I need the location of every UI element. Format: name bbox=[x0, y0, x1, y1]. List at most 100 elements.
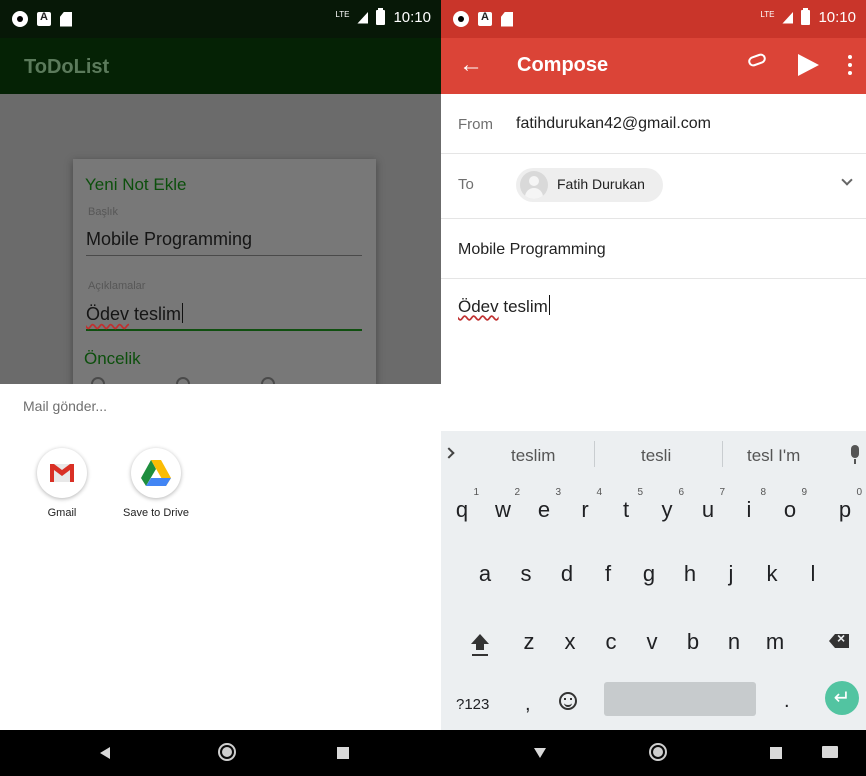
new-note-dialog: Yeni Not Ekle Başlık Mobile Programming … bbox=[73, 159, 376, 399]
recipient-name: Fatih Durukan bbox=[557, 176, 645, 192]
chevron-down-icon[interactable] bbox=[841, 174, 853, 186]
text-cursor bbox=[548, 295, 550, 315]
contact-avatar-icon bbox=[520, 171, 548, 199]
compose-title: Compose bbox=[517, 54, 609, 76]
key-v[interactable]: v bbox=[637, 629, 667, 655]
comma-key[interactable]: , bbox=[525, 693, 531, 716]
key-g[interactable]: g bbox=[634, 561, 664, 587]
key-e[interactable]: e3 bbox=[529, 487, 561, 523]
key-p[interactable]: p0 bbox=[830, 487, 862, 523]
keyboard-switch-icon[interactable] bbox=[822, 746, 838, 758]
key-t[interactable]: t5 bbox=[611, 487, 643, 523]
key-w[interactable]: w2 bbox=[488, 487, 520, 523]
period-key[interactable]: . bbox=[784, 690, 790, 713]
nav-bar bbox=[0, 730, 441, 776]
suggestion-1[interactable]: teslim bbox=[511, 446, 555, 466]
key-o[interactable]: o9 bbox=[775, 487, 807, 523]
share-gmail-label: Gmail bbox=[47, 507, 77, 519]
gmail-icon bbox=[37, 448, 87, 498]
settings-notification-icon bbox=[453, 11, 469, 27]
from-label: From bbox=[458, 116, 493, 133]
enter-key-icon[interactable]: ↵ bbox=[825, 681, 859, 715]
battery-icon bbox=[801, 8, 811, 25]
gmail-compose-screen: LTE 10:10 ← Compose From fatihdurukan42@… bbox=[441, 0, 866, 776]
key-c[interactable]: c bbox=[596, 629, 626, 655]
key-u[interactable]: u7 bbox=[693, 487, 725, 523]
expand-toolbar-icon[interactable] bbox=[443, 447, 455, 459]
key-a[interactable]: a bbox=[470, 561, 500, 587]
nav-bar bbox=[441, 730, 866, 776]
key-k[interactable]: k bbox=[757, 561, 787, 587]
battery-icon bbox=[376, 8, 386, 25]
home-icon[interactable] bbox=[218, 743, 236, 761]
dialog-title: Yeni Not Ekle bbox=[85, 175, 187, 194]
priority-label: Öncelik bbox=[84, 349, 141, 368]
sd-card-icon bbox=[501, 11, 513, 27]
home-icon[interactable] bbox=[649, 743, 667, 761]
key-r[interactable]: r4 bbox=[570, 487, 602, 523]
share-sheet: Mail gönder... Gmail Save to Drive bbox=[0, 384, 441, 730]
mic-icon[interactable] bbox=[851, 445, 859, 464]
key-h[interactable]: h bbox=[675, 561, 705, 587]
back-arrow-icon[interactable]: ← bbox=[459, 51, 483, 79]
attach-icon[interactable] bbox=[746, 52, 768, 68]
key-q[interactable]: q1 bbox=[447, 487, 479, 523]
key-row-1: q1 w2 e3 r4 t5 y6 u7 i8 o9 p0 bbox=[441, 479, 866, 537]
recipient-chip[interactable]: Fatih Durukan bbox=[516, 168, 663, 202]
from-row[interactable]: From fatihdurukan42@gmail.com bbox=[441, 94, 866, 154]
shift-icon[interactable] bbox=[471, 634, 489, 650]
emoji-icon[interactable] bbox=[559, 692, 577, 710]
recents-icon[interactable] bbox=[770, 747, 782, 759]
key-i[interactable]: i8 bbox=[734, 487, 766, 523]
symbols-key[interactable]: ?123 bbox=[456, 696, 489, 713]
hide-keyboard-icon[interactable] bbox=[534, 748, 546, 758]
suggestion-2[interactable]: tesli bbox=[641, 446, 671, 466]
status-bar: LTE 10:10 bbox=[441, 0, 866, 38]
key-row-3: z x c v b n m bbox=[441, 609, 866, 667]
key-m[interactable]: m bbox=[760, 629, 790, 655]
key-n[interactable]: n bbox=[719, 629, 749, 655]
key-x[interactable]: x bbox=[555, 629, 585, 655]
send-icon[interactable] bbox=[798, 54, 819, 76]
key-l[interactable]: l bbox=[798, 561, 828, 587]
key-row-4: ?123 , . ↵ bbox=[441, 676, 866, 734]
title-input[interactable]: Mobile Programming bbox=[86, 229, 362, 256]
share-save-to-drive[interactable]: Save to Drive bbox=[108, 448, 204, 519]
status-bar: LTE 10:10 bbox=[0, 0, 441, 38]
key-f[interactable]: f bbox=[593, 561, 623, 587]
lte-label: LTE bbox=[335, 10, 350, 19]
text-cursor bbox=[182, 303, 184, 323]
key-j[interactable]: j bbox=[716, 561, 746, 587]
body-input[interactable]: Ödev teslim bbox=[458, 295, 550, 317]
title-field-label: Başlık bbox=[88, 206, 118, 218]
app-title: ToDoList bbox=[24, 56, 110, 78]
space-key[interactable] bbox=[604, 682, 756, 716]
body-word-1: Ödev bbox=[458, 297, 499, 316]
from-value: fatihdurukan42@gmail.com bbox=[516, 115, 712, 132]
more-options-icon[interactable] bbox=[848, 55, 852, 75]
key-s[interactable]: s bbox=[511, 561, 541, 587]
google-drive-icon bbox=[131, 448, 181, 498]
share-sheet-title: Mail gönder... bbox=[23, 398, 108, 414]
share-gmail[interactable]: Gmail bbox=[14, 448, 110, 519]
key-d[interactable]: d bbox=[552, 561, 582, 587]
subject-input[interactable]: Mobile Programming bbox=[458, 241, 606, 259]
suggestion-3[interactable]: tesl I'm bbox=[747, 446, 800, 466]
soft-keyboard: teslim tesli tesl I'm q1 w2 e3 r4 t5 y6 … bbox=[441, 431, 866, 730]
key-b[interactable]: b bbox=[678, 629, 708, 655]
suggestion-strip: teslim tesli tesl I'm bbox=[441, 431, 866, 479]
body-word-2: teslim bbox=[503, 297, 548, 316]
recents-icon[interactable] bbox=[337, 747, 349, 759]
backspace-icon[interactable] bbox=[829, 634, 849, 648]
back-icon[interactable] bbox=[100, 747, 110, 759]
description-input[interactable]: Ödev teslim bbox=[86, 303, 362, 331]
suggestion-divider bbox=[722, 441, 723, 467]
to-row[interactable]: To Fatih Durukan bbox=[441, 154, 866, 219]
signal-icon bbox=[782, 11, 794, 24]
sd-card-icon bbox=[60, 11, 72, 27]
key-z[interactable]: z bbox=[514, 629, 544, 655]
subject-row[interactable]: Mobile Programming bbox=[441, 219, 866, 279]
settings-notification-icon bbox=[12, 11, 28, 27]
key-y[interactable]: y6 bbox=[652, 487, 685, 523]
clock: 10:10 bbox=[393, 9, 431, 26]
